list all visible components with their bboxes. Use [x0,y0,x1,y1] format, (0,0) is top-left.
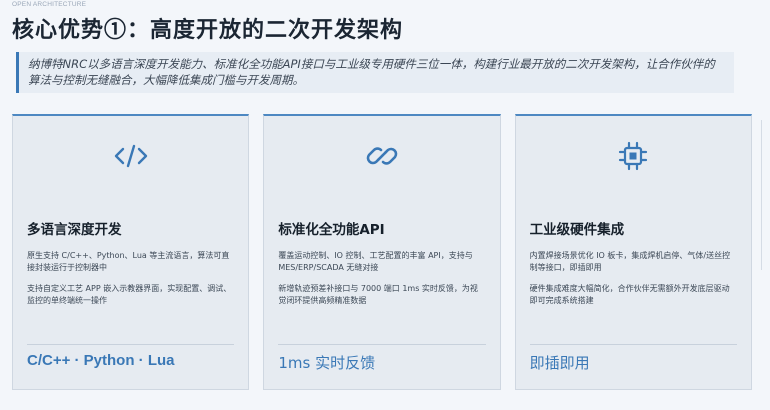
card-description: 新增轨迹预差补接口与 7000 端口 1ms 实时反馈，为视觉闭环提供高频精准数… [278,284,478,305]
card-description: 原生支持 C/C++、Python、Lua 等主流语言，算法可直接封装运行于控制… [27,251,230,272]
card-divider [529,344,737,345]
card-description: 硬件集成难度大幅简化，合作伙伴无需额外开发底层驱动即可完成系统搭建 [529,284,730,305]
card-footer: 即插即用 [529,354,590,372]
feature-card-multilang: 多语言深度开发 原生支持 C/C++、Python、Lua 等主流语言，算法可直… [12,114,250,390]
chip-icon [530,134,737,178]
slide: OPEN ARCHITECTURE 核心优势①：高度开放的二次开发架构 纳博特N… [0,0,770,410]
card-title: 多语言深度开发 [27,222,122,238]
card-description: 覆盖运动控制、IO 控制、工艺配置的丰富 API，支持与 MES/ERP/SCA… [278,251,473,272]
link-icon [278,134,485,178]
page-title: 核心优势①：高度开放的二次开发架构 [12,17,404,43]
card-footer: 1ms 实时反馈 [278,354,376,372]
card-title: 工业级硬件集成 [529,222,625,238]
code-icon [27,134,234,178]
feature-card-api: 标准化全功能API 覆盖运动控制、IO 控制、工艺配置的丰富 API，支持与 M… [263,114,501,390]
card-description: 内置焊接场景优化 IO 板卡，集成焊机启停、气体/送丝控制等接口，即插即用 [529,251,731,272]
section-overline: OPEN ARCHITECTURE [12,1,87,8]
card-divider [27,344,235,345]
edge-divider [761,120,768,270]
card-title: 标准化全功能API [278,222,385,238]
intro-callout: 纳博特NRC以多语言深度开发能力、标准化全功能API接口与工业级专用硬件三位一体… [16,52,734,93]
card-divider [278,344,486,345]
feature-cards: 多语言深度开发 原生支持 C/C++、Python、Lua 等主流语言，算法可直… [12,114,752,390]
card-description: 支持自定义工艺 APP 嵌入示教器界面，实现配置、调试、监控的单终端统一操作 [27,284,232,305]
feature-card-hardware: 工业级硬件集成 内置焊接场景优化 IO 板卡，集成焊机启停、气体/送丝控制等接口… [514,114,752,390]
card-footer: C/C++ · Python · Lua [27,352,175,369]
